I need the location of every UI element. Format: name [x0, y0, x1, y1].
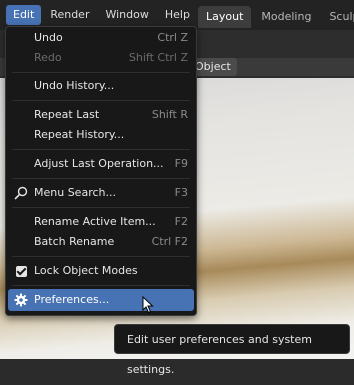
menu-separator [12, 178, 190, 179]
gear-icon [8, 289, 34, 311]
menu-separator [12, 285, 190, 286]
menu-item-shortcut: F3 [174, 186, 188, 199]
menu-item-label: Undo History... [34, 79, 115, 92]
checkbox-checked-icon[interactable] [15, 265, 27, 277]
menu-separator [12, 72, 190, 73]
menu-item-label: Menu Search... [34, 186, 116, 199]
menu-item-label: Preferences... [34, 293, 110, 306]
menu-item-label: Lock Object Modes [34, 264, 138, 277]
menu-item-shortcut: F9 [174, 157, 188, 170]
search-icon [8, 182, 34, 204]
menu-item-label: Adjust Last Operation... [34, 157, 164, 170]
menu-window[interactable]: Window [98, 5, 155, 25]
menu-separator [12, 100, 190, 101]
tab-modeling[interactable]: Modeling [253, 6, 319, 28]
menu-item-shortcut: Ctrl Z [157, 31, 188, 44]
tab-sculpting[interactable]: Sculp [321, 6, 354, 28]
menu-item-undo[interactable]: Undo Ctrl Z [8, 27, 194, 49]
menu-item-rename-active-item[interactable]: Rename Active Item... F2 [8, 211, 194, 233]
menu-item-redo[interactable]: Redo Shift Ctrl Z [8, 47, 194, 69]
tab-layout[interactable]: Layout [198, 6, 252, 28]
workspace-tabs: Layout Modeling Sculp [198, 6, 354, 28]
menu-separator [12, 256, 190, 257]
edit-menu: Undo Ctrl Z Redo Shift Ctrl Z Undo Histo… [5, 26, 197, 316]
preferences-tooltip: Edit user preferences and system setting… [114, 324, 350, 376]
menu-item-label: Batch Rename [34, 235, 115, 248]
menu-item-lock-object-modes[interactable]: Lock Object Modes [8, 260, 194, 282]
menu-item-shortcut: Shift Ctrl Z [128, 51, 188, 64]
menu-item-label: Redo [34, 51, 62, 64]
menu-item-shortcut: Shift R [151, 108, 188, 121]
menu-item-preferences[interactable]: Preferences... [8, 289, 194, 311]
menu-item-shortcut: Ctrl F2 [151, 235, 188, 248]
mouse-cursor-icon [142, 295, 154, 317]
menu-edit[interactable]: Edit [6, 5, 42, 25]
menu-item-label: Repeat Last [34, 108, 100, 121]
menu-item-label: Undo [34, 31, 63, 44]
menu-item-shortcut: F2 [174, 215, 188, 228]
menu-item-repeat-history[interactable]: Repeat History... [8, 124, 194, 146]
menu-item-label: Repeat History... [34, 128, 125, 141]
menu-item-adjust-last-operation[interactable]: Adjust Last Operation... F9 [8, 153, 194, 175]
menu-item-menu-search[interactable]: Menu Search... F3 [8, 182, 194, 204]
menu-item-undo-history[interactable]: Undo History... [8, 75, 194, 97]
menu-separator [12, 207, 190, 208]
menu-item-label: Rename Active Item... [34, 215, 156, 228]
menu-render[interactable]: Render [43, 5, 96, 25]
menu-help[interactable]: Help [158, 5, 197, 25]
menu-item-repeat-last[interactable]: Repeat Last Shift R [8, 104, 194, 126]
menu-separator [12, 149, 190, 150]
menu-item-batch-rename[interactable]: Batch Rename Ctrl F2 [8, 231, 194, 253]
